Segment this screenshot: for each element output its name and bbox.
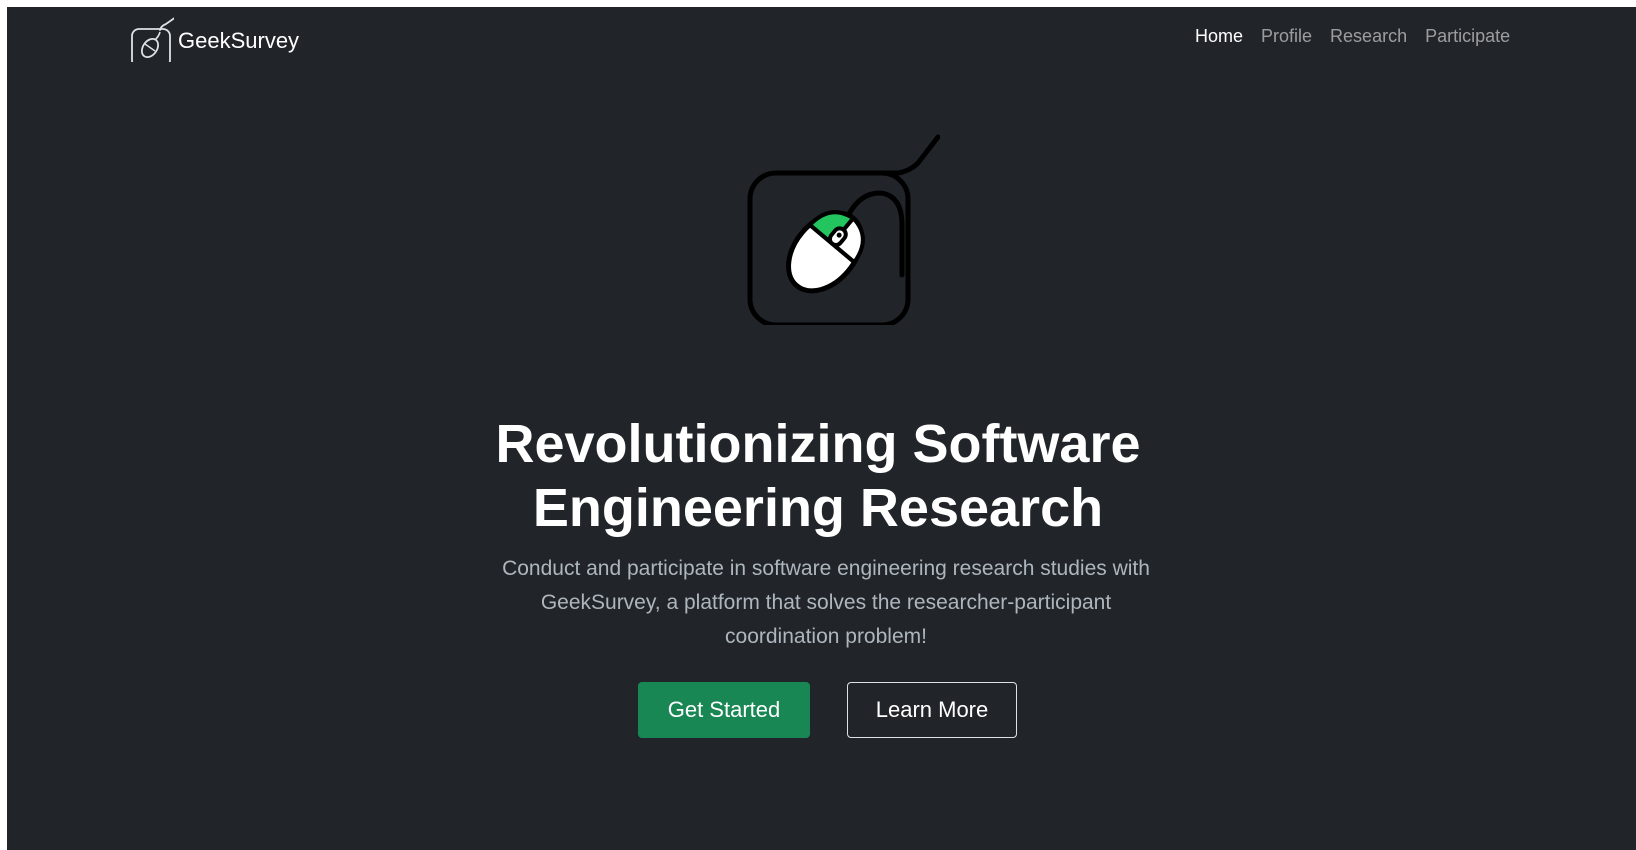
nav-profile[interactable]: Profile xyxy=(1252,24,1321,48)
nav-links: Home Profile Research Participate xyxy=(1186,24,1519,48)
navbar: GeekSurvey Home Profile Research Partici… xyxy=(0,0,1636,72)
nav-research[interactable]: Research xyxy=(1321,24,1416,48)
hero-title-line1: Revolutionizing Software xyxy=(495,414,1141,474)
brand-link[interactable]: GeekSurvey xyxy=(130,8,299,62)
hero-title: Revolutionizing Software Engineering Res… xyxy=(0,412,1636,540)
nav-home[interactable]: Home xyxy=(1186,24,1252,48)
learn-more-button[interactable]: Learn More xyxy=(847,682,1017,738)
hero-lead: Conduct and participate in software engi… xyxy=(502,557,1150,648)
mouse-pad-icon xyxy=(747,134,940,325)
get-started-button[interactable]: Get Started xyxy=(638,682,810,738)
nav-participate[interactable]: Participate xyxy=(1416,24,1519,48)
brand-name: GeekSurvey xyxy=(178,28,300,53)
hero-title-line2: Engineering Research xyxy=(532,478,1104,538)
mouse-pad-icon xyxy=(131,17,174,62)
